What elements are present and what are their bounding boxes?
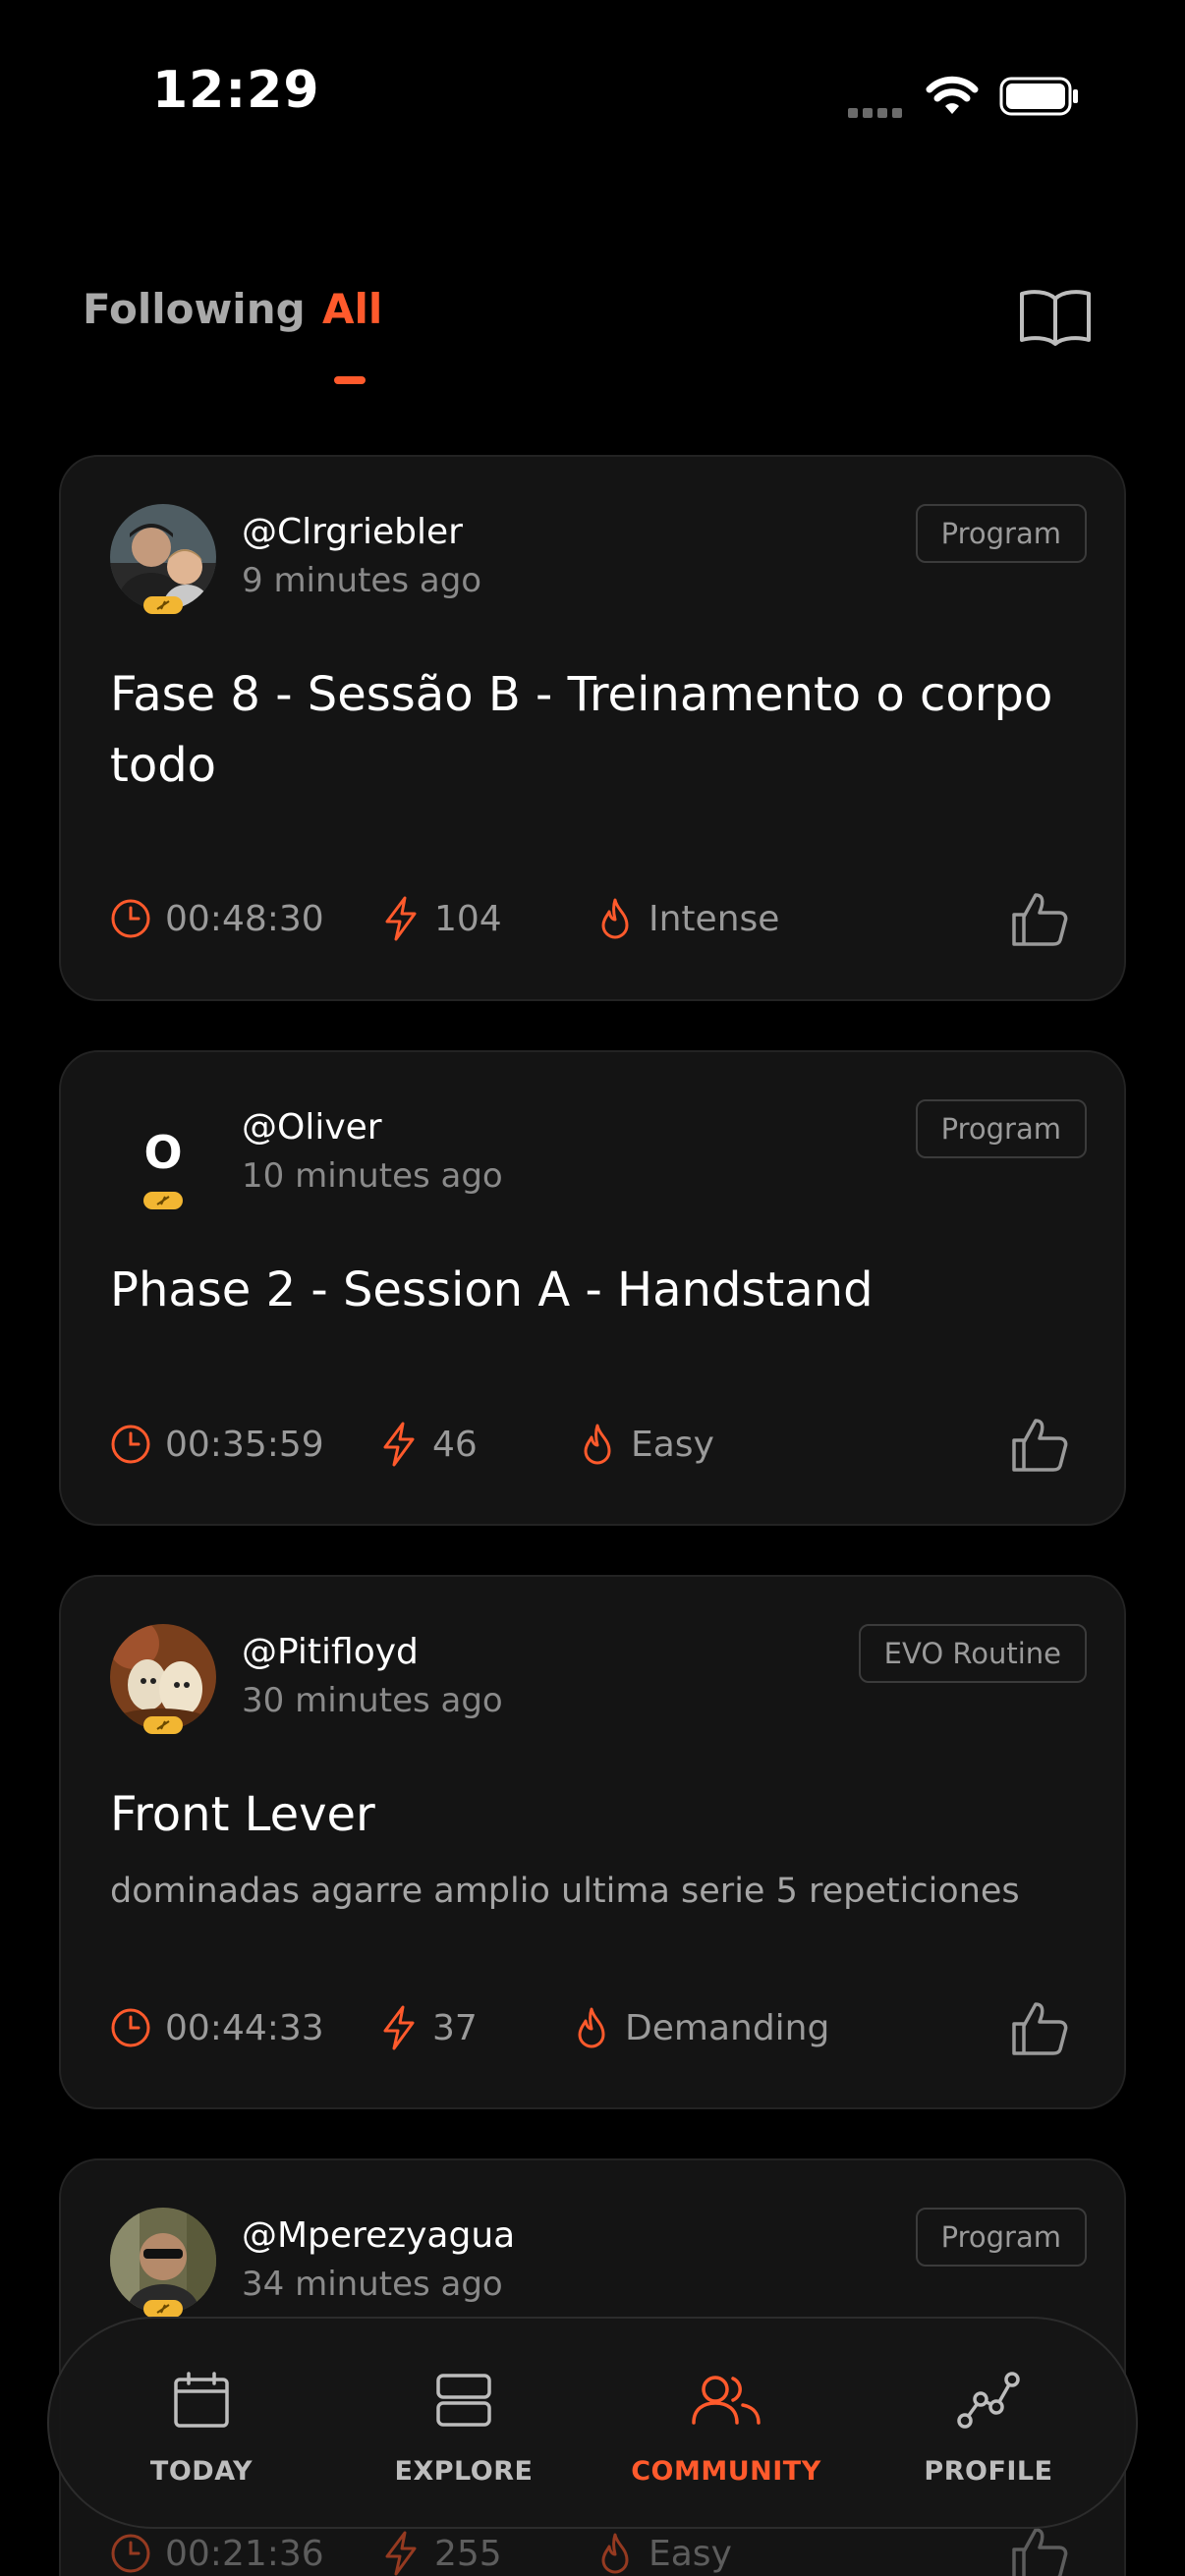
nav-explore[interactable]: EXPLORE <box>351 2319 577 2531</box>
clock-icon <box>111 2534 150 2573</box>
tab-all[interactable]: All <box>322 285 382 333</box>
time-ago: 34 minutes ago <box>242 2265 503 2304</box>
intensity-value: Demanding <box>625 2007 830 2048</box>
avatar[interactable] <box>110 504 216 610</box>
status-bar: 12:29 <box>0 0 1185 187</box>
flame-icon <box>584 1424 611 1465</box>
time-ago: 9 minutes ago <box>242 561 482 600</box>
nav-label: TODAY <box>149 2456 254 2487</box>
feed-card[interactable]: @Clrgriebler 9 minutes ago Program Fase … <box>59 455 1126 1001</box>
pro-badge-icon <box>143 596 183 614</box>
energy-value: 37 <box>432 2007 478 2048</box>
duration-stat: 00:48:30 <box>110 889 324 948</box>
workout-title: Phase 2 - Session A - Handstand <box>110 1262 874 1317</box>
calendar-icon <box>174 2372 229 2428</box>
duration-stat: 00:35:59 <box>110 1415 324 1474</box>
nav-label: PROFILE <box>924 2456 1053 2487</box>
explore-icon <box>436 2374 491 2427</box>
battery-icon <box>999 77 1078 116</box>
flame-icon <box>601 898 629 939</box>
username[interactable]: @Pitifloyd <box>242 1632 419 1672</box>
energy-stat: 37 <box>379 1998 478 2057</box>
cellular-signal-icon <box>848 103 907 118</box>
workout-type-tag: Program <box>915 2208 1087 2267</box>
username[interactable]: @Clrgriebler <box>242 512 463 552</box>
lightning-icon <box>385 896 417 941</box>
workout-type-tag: Program <box>915 1099 1087 1158</box>
thumbs-up-icon[interactable] <box>1008 1996 1071 2059</box>
avatar[interactable] <box>110 1624 216 1730</box>
workout-type-tag: EVO Routine <box>858 1624 1087 1683</box>
duration-value: 00:35:59 <box>165 1424 324 1465</box>
intensity-stat: Easy <box>595 2524 732 2576</box>
lightning-icon <box>385 2531 417 2576</box>
clock-icon <box>111 899 150 938</box>
avatar[interactable]: O <box>110 1099 216 1205</box>
flame-icon <box>601 2533 629 2574</box>
wifi-icon <box>926 76 979 114</box>
clock-icon <box>111 2008 150 2047</box>
energy-stat: 104 <box>381 889 502 948</box>
nav-label: COMMUNITY <box>631 2456 821 2487</box>
intensity-stat: Easy <box>578 1415 714 1474</box>
lightning-icon <box>383 1422 415 1467</box>
community-icon <box>692 2376 761 2425</box>
feed-card[interactable]: O @Oliver 10 minutes ago Program Phase 2… <box>59 1050 1126 1526</box>
clock-icon <box>111 1425 150 1464</box>
tab-following[interactable]: Following <box>83 285 306 333</box>
duration-value: 00:44:33 <box>165 2007 324 2048</box>
lightning-icon <box>383 2005 415 2050</box>
duration-stat: 00:21:36 <box>110 2524 324 2576</box>
thumbs-up-icon[interactable] <box>1008 1413 1071 1476</box>
intensity-stat: Demanding <box>572 1998 829 2057</box>
nav-today[interactable]: TODAY <box>88 2319 314 2531</box>
username[interactable]: @Mperezyagua <box>242 2215 515 2256</box>
energy-stat: 46 <box>379 1415 478 1474</box>
time-ago: 30 minutes ago <box>242 1681 503 1720</box>
energy-value: 46 <box>432 1424 478 1465</box>
energy-value: 255 <box>434 2533 502 2574</box>
time-ago: 10 minutes ago <box>242 1156 503 1196</box>
duration-value: 00:48:30 <box>165 898 324 939</box>
bottom-navigation: TODAY EXPLORE COMMUNITY PROFILE <box>47 2317 1138 2529</box>
flame-icon <box>578 2007 605 2048</box>
status-time: 12:29 <box>152 61 320 120</box>
community-screen: 12:29 Following All @Clrgriebler 9 minut… <box>0 0 1185 2576</box>
workout-description: dominadas agarre amplio ultima serie 5 r… <box>110 1872 1020 1911</box>
active-tab-indicator <box>334 376 366 384</box>
username[interactable]: @Oliver <box>242 1107 382 1148</box>
intensity-value: Easy <box>649 2533 732 2574</box>
feed-card[interactable]: @Pitifloyd 30 minutes ago EVO Routine Fr… <box>59 1575 1126 2109</box>
workout-title: Fase 8 - Sessão B - Treinamento o corpo … <box>110 667 1053 793</box>
pro-badge-icon <box>143 1716 183 1734</box>
workout-type-tag: Program <box>915 504 1087 563</box>
pro-badge-icon <box>143 1192 183 1209</box>
nav-label: EXPLORE <box>394 2456 534 2487</box>
intensity-stat: Intense <box>595 889 779 948</box>
energy-stat: 255 <box>381 2524 502 2576</box>
book-icon[interactable] <box>1018 285 1093 348</box>
nav-profile[interactable]: PROFILE <box>875 2319 1101 2531</box>
energy-value: 104 <box>434 898 502 939</box>
duration-stat: 00:44:33 <box>110 1998 324 2057</box>
intensity-value: Easy <box>631 1424 714 1465</box>
nav-community[interactable]: COMMUNITY <box>613 2319 839 2531</box>
duration-value: 00:21:36 <box>165 2533 324 2574</box>
avatar[interactable] <box>110 2208 216 2314</box>
pro-badge-icon <box>143 2300 183 2318</box>
profile-chart-icon <box>957 2372 1020 2429</box>
workout-title: Front Lever <box>110 1787 375 1842</box>
thumbs-up-icon[interactable] <box>1008 887 1071 950</box>
intensity-value: Intense <box>649 898 780 939</box>
